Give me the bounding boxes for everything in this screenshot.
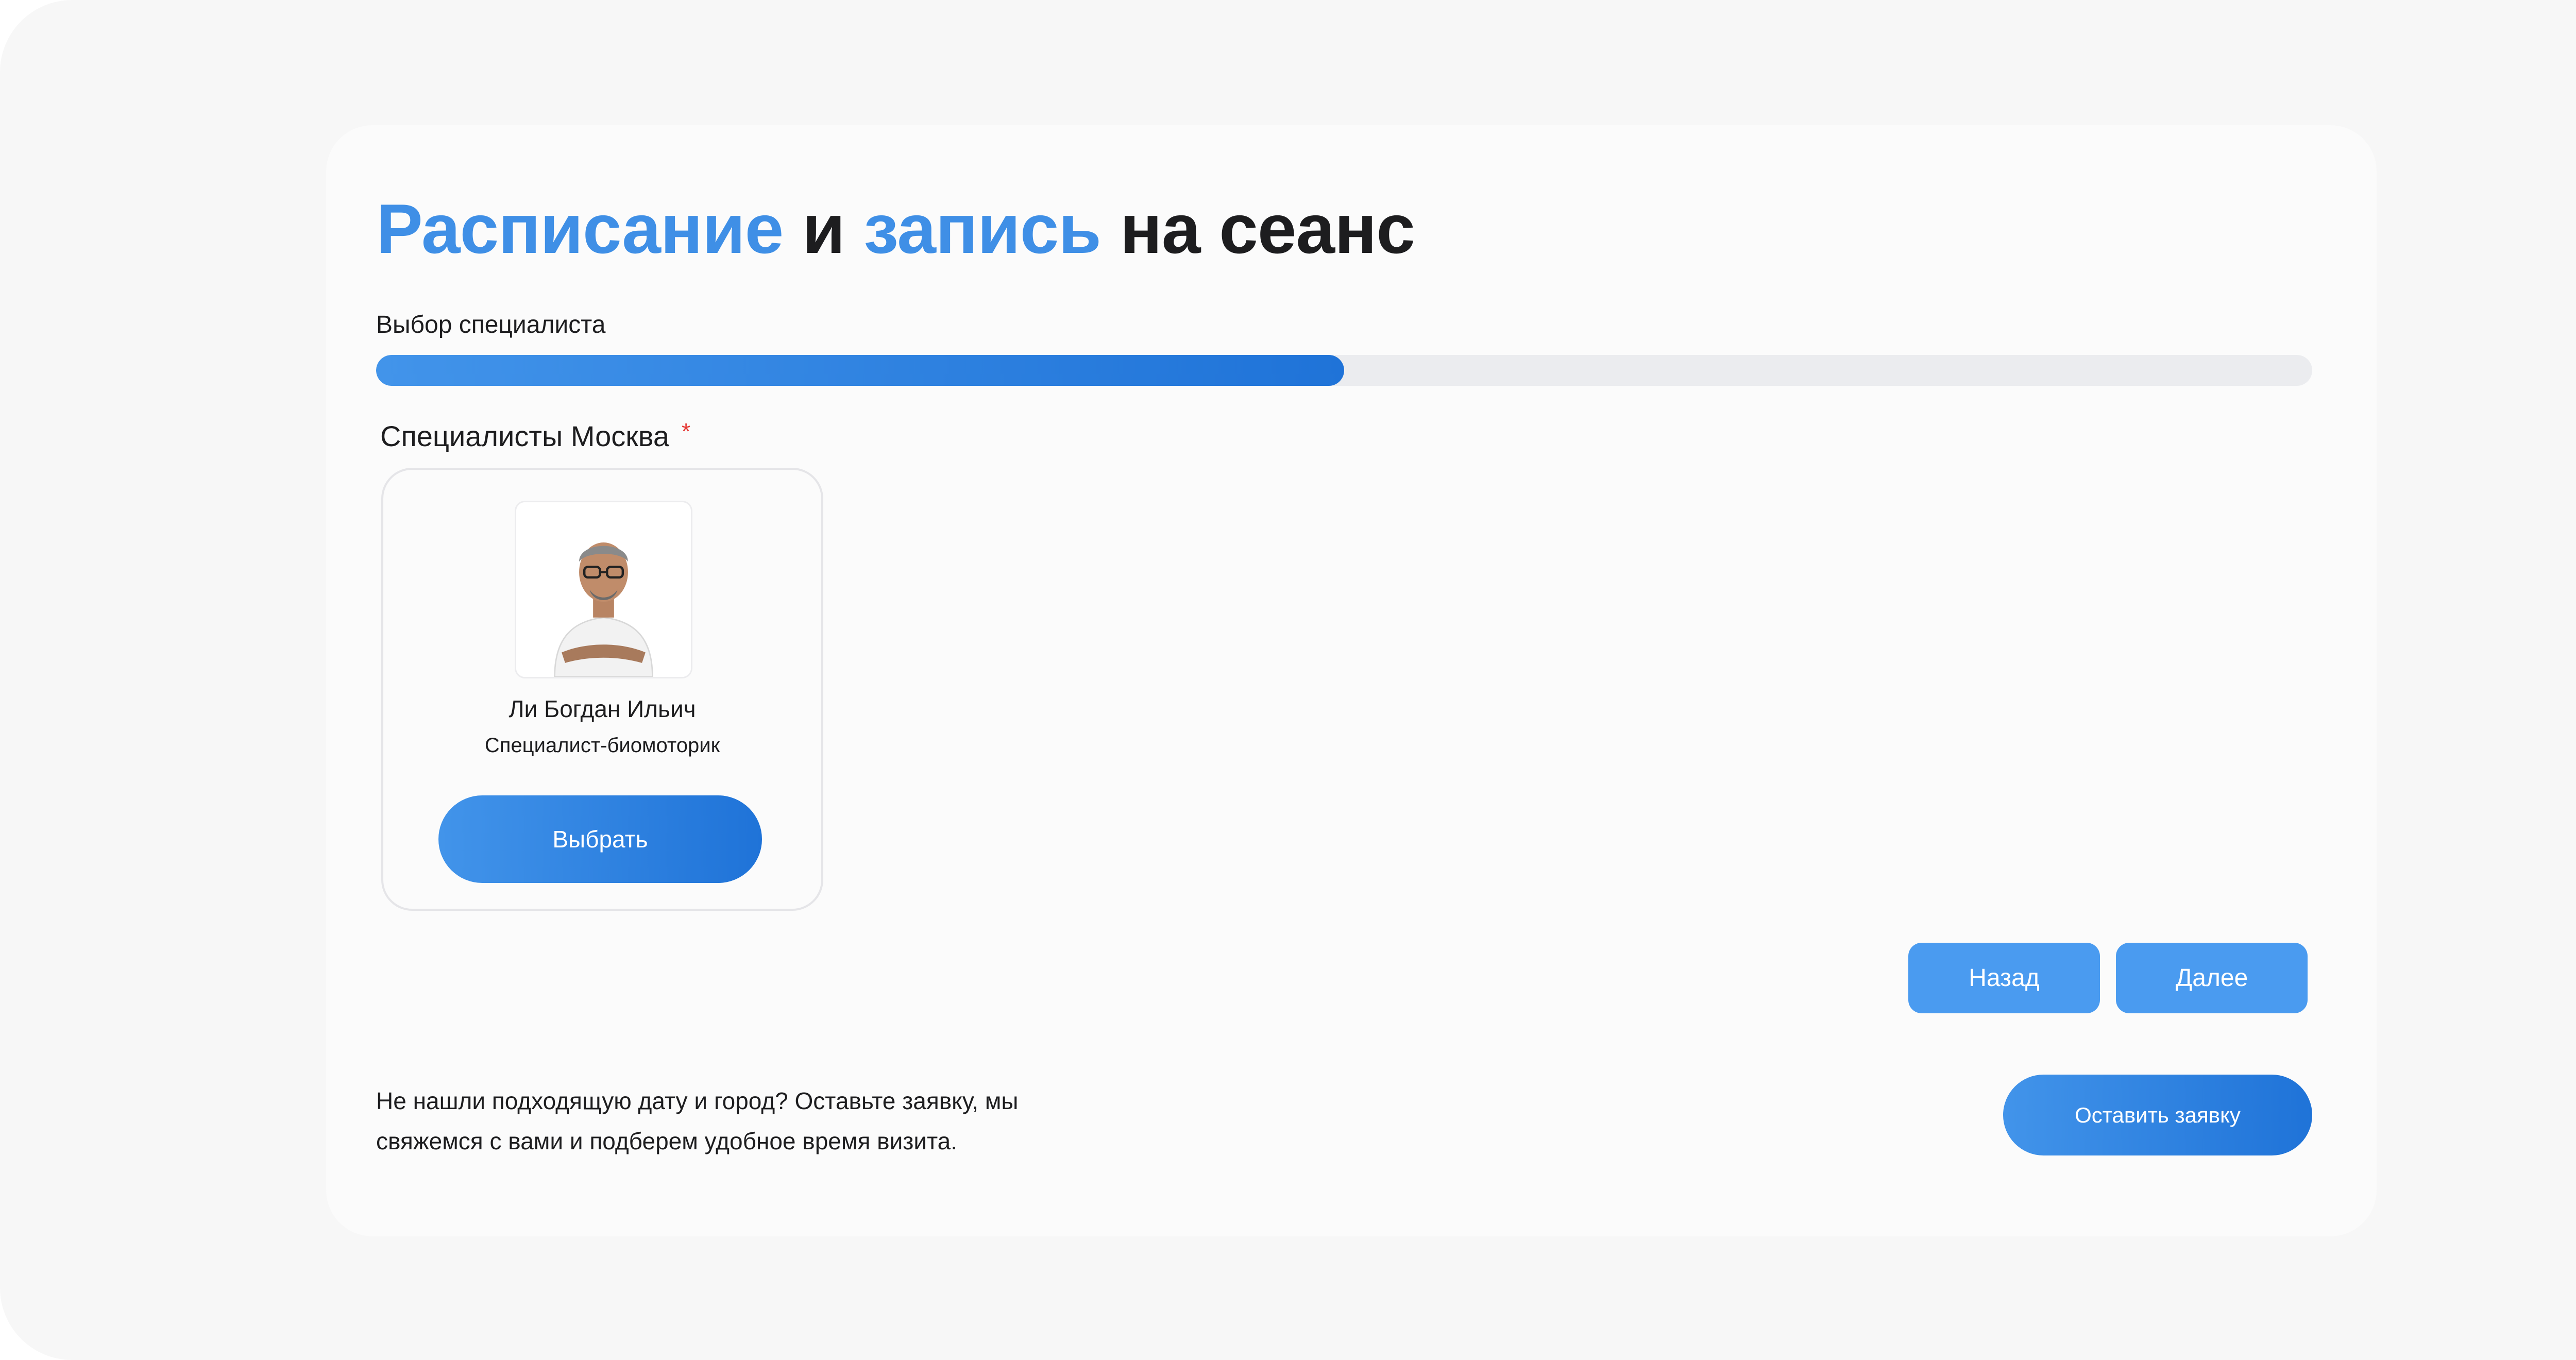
request-note: Не нашли подходящую дату и город? Оставь…: [376, 1087, 1019, 1154]
progress-bar: [376, 355, 2312, 386]
specialist-role: Специалист-биомоторик: [484, 734, 720, 757]
back-button[interactable]: Назад: [1908, 943, 2100, 1013]
progress-fill: [376, 355, 1344, 386]
page-title: Расписание и запись на сеанс: [376, 190, 1415, 268]
required-marker: *: [682, 419, 691, 444]
booking-card: Расписание и запись на сеанс Выбор специ…: [326, 125, 2377, 1236]
leave-request-button[interactable]: Оставить заявку: [2003, 1075, 2312, 1155]
specialists-section-label: Специалисты Москва *: [380, 419, 691, 452]
select-specialist-button[interactable]: Выбрать: [438, 795, 762, 883]
step-label: Выбор специалиста: [376, 311, 606, 338]
next-button[interactable]: Далее: [2116, 943, 2308, 1013]
specialist-name: Ли Богдан Ильич: [509, 695, 696, 722]
page-background: Расписание и запись на сеанс Выбор специ…: [0, 0, 2576, 1360]
specialist-card: Ли Богдан Ильич Специалист-биомоторик Вы…: [381, 468, 823, 911]
specialist-photo: [515, 501, 692, 678]
